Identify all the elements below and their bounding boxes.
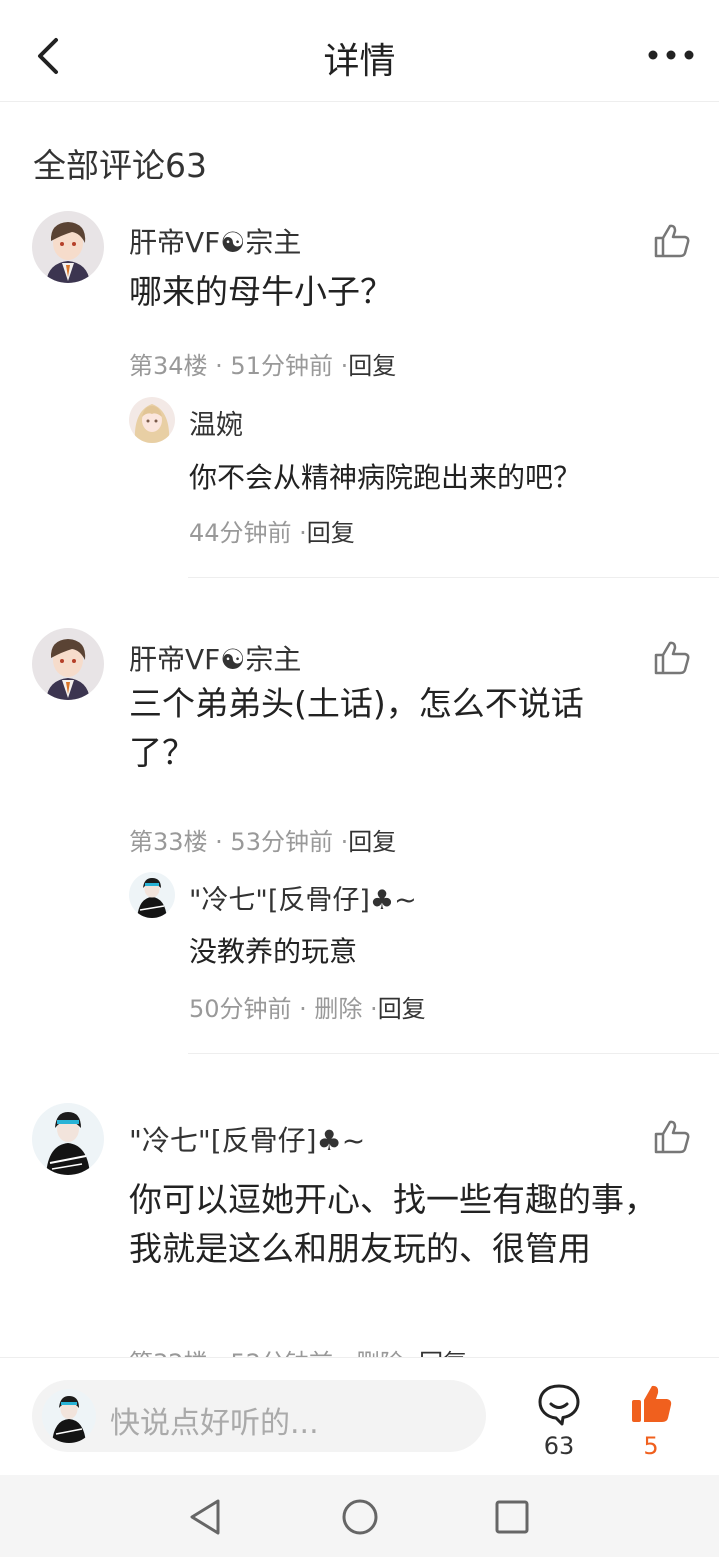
comment-meta-text: 第33楼 · 53分钟前 · (129, 828, 349, 856)
comment-meta: 第33楼 · 53分钟前 ·回复 (129, 822, 396, 857)
like-count: 5 (643, 1432, 659, 1460)
reply-author[interactable]: 温婉 (189, 403, 243, 442)
comment-author[interactable]: 肝帝VF☯宗主 (129, 221, 301, 261)
thumb-up-filled-icon (632, 1385, 672, 1422)
like-button[interactable] (652, 1117, 692, 1157)
comment-input-placeholder: 快说点好听的... (110, 1406, 319, 1441)
comment-text: 你可以逗她开心、找一些有趣的事，我就是这么和朋友玩的、很管用 (129, 1180, 657, 1268)
reply-link[interactable]: 回复 (307, 519, 355, 547)
dark-hoodie-avatar-icon (32, 1103, 104, 1175)
reply-meta-text: 50分钟前 · 删除 · (189, 995, 378, 1023)
comment-count: 63 (543, 1432, 575, 1460)
comment-list: 全部评论63 肝帝VF☯宗主 哪来的母牛小子？ 第34楼 · 51分钟前 ·回复 (0, 103, 719, 1357)
reply-link[interactable]: 回复 (348, 352, 396, 380)
reply-meta: 50分钟前 · 删除 ·回复 (189, 989, 426, 1024)
comment-text: 三个弟弟头(土话)，怎么不说话了？ (129, 684, 584, 772)
comment-item: 肝帝VF☯宗主 三个弟弟头(土话)，怎么不说话了？ 第33楼 · 53分钟前 ·… (0, 628, 719, 1058)
section-title: 全部评论63 (33, 146, 207, 185)
avatar[interactable] (32, 211, 104, 283)
reply-meta: 44分钟前 ·回复 (189, 513, 355, 548)
divider (188, 577, 719, 578)
divider (188, 1053, 719, 1054)
reply-link[interactable]: 回复 (419, 1349, 467, 1357)
avatar[interactable] (129, 872, 175, 918)
like-button[interactable] (652, 638, 692, 678)
reply-link[interactable]: 回复 (378, 995, 426, 1023)
anime-boy-avatar-icon (32, 628, 104, 700)
comment-meta-text: 第32楼 · 52分钟前 · 删除 · (129, 1349, 419, 1357)
like-count-button[interactable]: 5 (624, 1382, 678, 1462)
nav-recents-button[interactable] (492, 1497, 532, 1537)
triangle-back-icon (190, 1499, 220, 1535)
system-nav-bar (0, 1475, 719, 1557)
bottom-action-bar: 快说点好听的... 63 5 (0, 1357, 719, 1475)
comment-text: 哪来的母牛小子？ (129, 272, 393, 311)
dark-hoodie-avatar-icon (129, 872, 175, 918)
avatar[interactable] (129, 397, 175, 443)
anime-girl-avatar-icon (129, 397, 175, 443)
avatar (42, 1389, 96, 1443)
comment-input[interactable]: 快说点好听的... (32, 1380, 486, 1452)
comment-meta: 第34楼 · 51分钟前 ·回复 (129, 346, 396, 381)
circle-home-icon (342, 1499, 378, 1535)
like-button[interactable] (652, 221, 692, 261)
nav-home-button[interactable] (340, 1497, 380, 1537)
header-bar: 详情 (0, 0, 719, 102)
page-title: 详情 (323, 41, 396, 82)
dark-hoodie-avatar-icon (42, 1389, 96, 1443)
anime-boy-avatar-icon (32, 211, 104, 283)
thumb-up-icon (654, 1120, 690, 1154)
reply-link[interactable]: 回复 (348, 828, 396, 856)
reply-text: 你不会从精神病院跑出来的吧？ (189, 461, 582, 494)
avatar[interactable] (32, 628, 104, 700)
more-button[interactable] (647, 38, 695, 72)
reply-text: 没教养的玩意 (189, 935, 358, 968)
nav-back-button[interactable] (186, 1497, 226, 1537)
comment-author[interactable]: 肝帝VF☯宗主 (129, 638, 301, 678)
comment-author[interactable]: "冷七"[反骨仔]♣~ (129, 1119, 365, 1159)
more-dots-icon (648, 50, 694, 60)
comment-bubble-icon (538, 1384, 580, 1426)
comment-count-button[interactable]: 63 (532, 1382, 586, 1462)
square-recents-icon (495, 1500, 529, 1534)
reply-meta-text: 44分钟前 · (189, 519, 307, 547)
avatar[interactable] (32, 1103, 104, 1175)
comment-meta-text: 第34楼 · 51分钟前 · (129, 352, 349, 380)
reply-author[interactable]: "冷七"[反骨仔]♣~ (189, 878, 417, 917)
comment-item: 肝帝VF☯宗主 哪来的母牛小子？ 第34楼 · 51分钟前 ·回复 温婉 你不会… (0, 211, 719, 581)
comment-meta: 第32楼 · 52分钟前 · 删除 ·回复 (129, 1343, 467, 1357)
thumb-up-icon (654, 224, 690, 258)
thumb-up-icon (654, 641, 690, 675)
comment-item: "冷七"[反骨仔]♣~ 你可以逗她开心、找一些有趣的事，我就是这么和朋友玩的、很… (0, 1103, 719, 1357)
